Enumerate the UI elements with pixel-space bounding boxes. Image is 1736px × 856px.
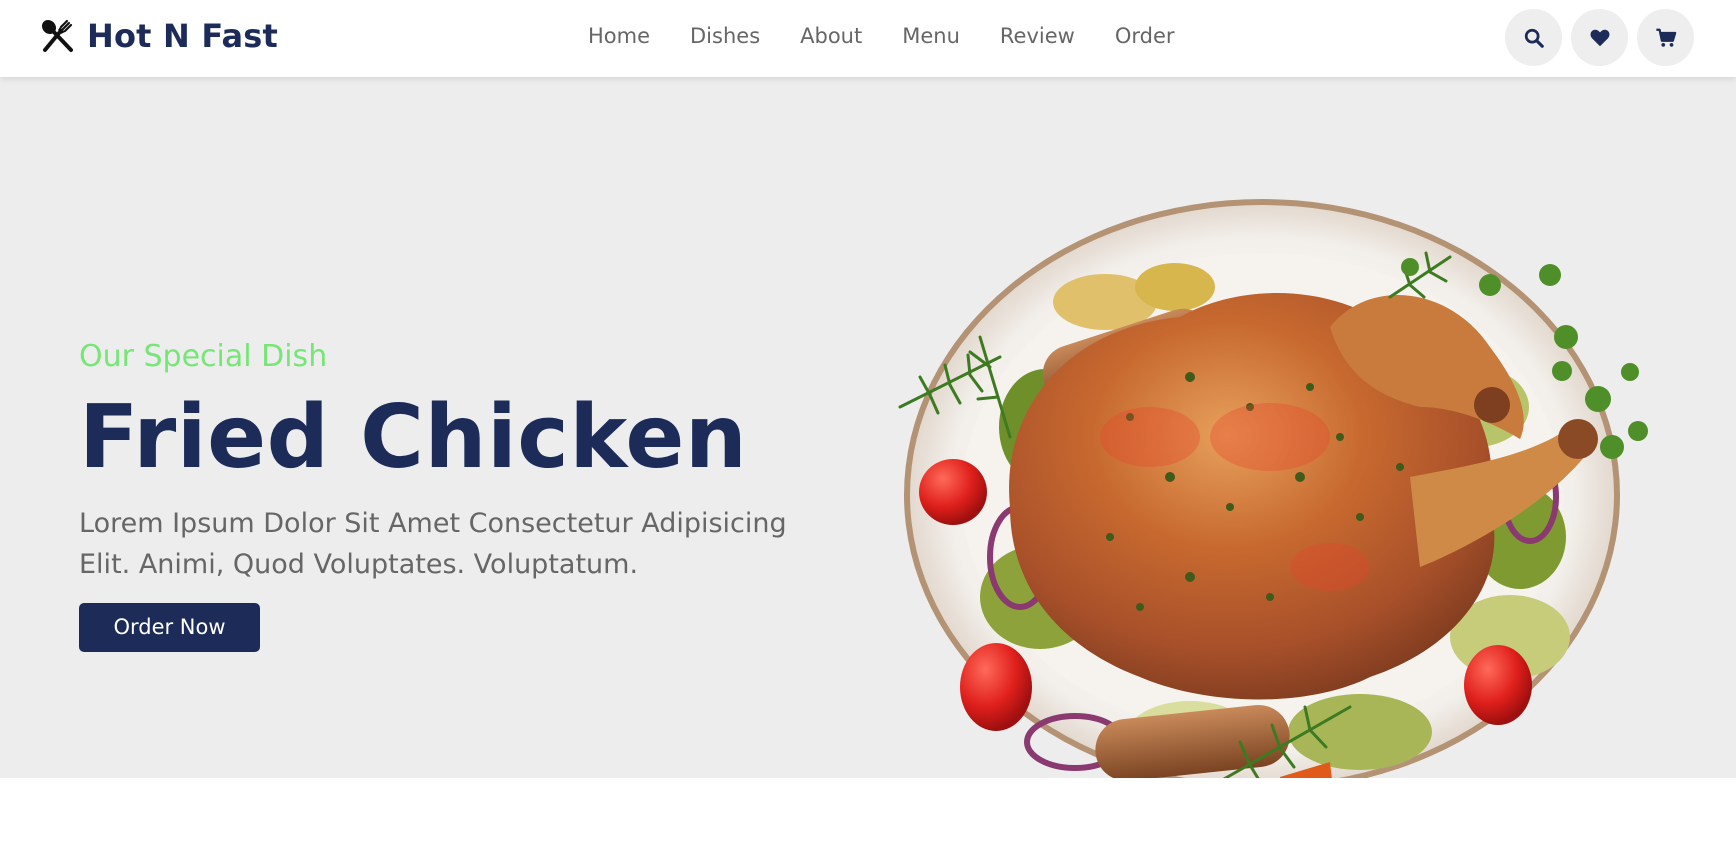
hero-content: Our Special Dish Fried Chicken Lorem Ips…: [79, 339, 819, 652]
nav-menu[interactable]: Menu: [902, 22, 960, 50]
hero-description: Lorem Ipsum Dolor Sit Amet Consectetur A…: [79, 508, 787, 580]
nav-order[interactable]: Order: [1115, 22, 1175, 50]
main-nav: Home Dishes About Menu Review Order: [588, 22, 1175, 50]
hero-section: Our Special Dish Fried Chicken Lorem Ips…: [0, 77, 1736, 856]
utensils-icon: [41, 19, 73, 52]
cart-icon: [1655, 28, 1676, 47]
site-header: Hot N Fast Home Dishes About Menu Review…: [0, 0, 1736, 77]
page-footer-strip: [0, 778, 1736, 856]
nav-home[interactable]: Home: [588, 22, 650, 50]
cart-button[interactable]: [1637, 9, 1694, 66]
brand-logo[interactable]: Hot N Fast: [40, 18, 278, 54]
heart-icon: [1590, 29, 1609, 46]
nav-about[interactable]: About: [800, 22, 862, 50]
brand-name: Hot N Fast: [87, 17, 279, 55]
roast-chicken-plate-image: [898, 199, 1648, 812]
nav-review[interactable]: Review: [1000, 22, 1075, 50]
favorites-button[interactable]: [1571, 9, 1628, 66]
hero-title: Fried Chicken: [79, 386, 748, 488]
search-icon: [1524, 28, 1544, 48]
dish-image: [890, 177, 1660, 813]
order-now-button[interactable]: Order Now: [79, 603, 260, 652]
hero-subtitle: Our Special Dish: [79, 339, 328, 374]
nav-dishes[interactable]: Dishes: [690, 22, 760, 50]
search-button[interactable]: [1505, 9, 1562, 66]
